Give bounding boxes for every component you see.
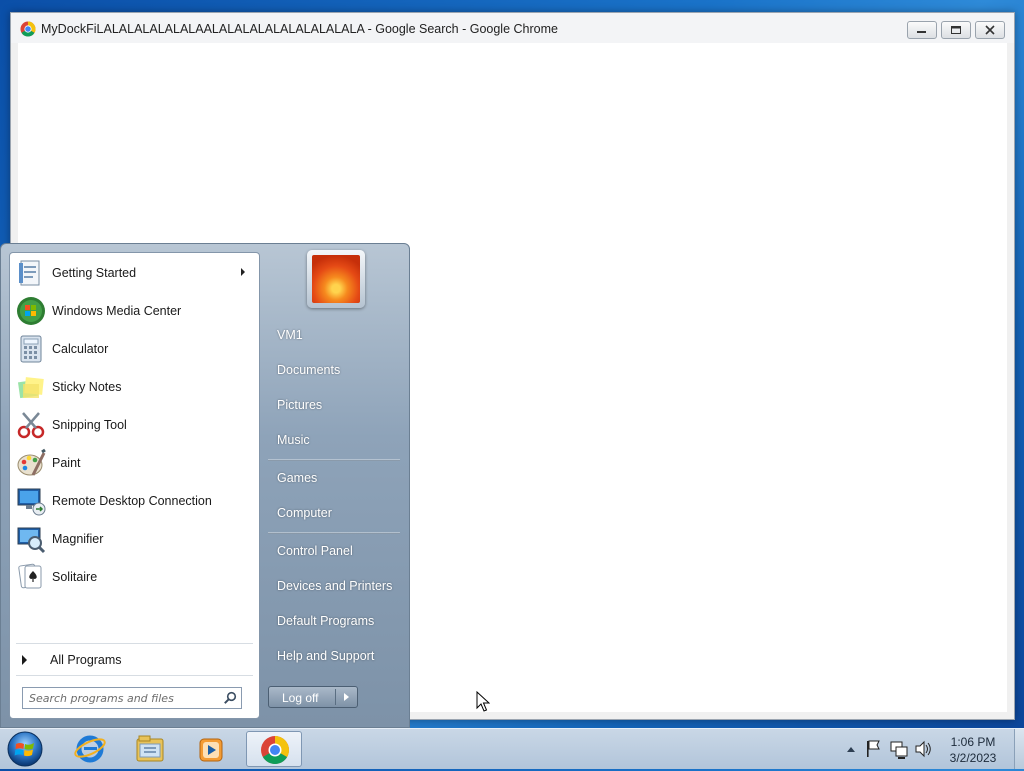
right-separator — [268, 532, 400, 534]
program-item-sticky-notes[interactable]: Sticky Notes — [12, 369, 257, 405]
right-item-label: Pictures — [277, 398, 323, 412]
taskbar: 1:06 PM 3/2/2023 — [0, 728, 1024, 769]
windows-media-center-icon — [17, 297, 45, 325]
user-avatar[interactable] — [307, 250, 365, 308]
programs-separator — [16, 643, 253, 644]
right-item-label: VM1 — [277, 328, 303, 342]
google-chrome-icon — [261, 736, 289, 764]
windows-explorer-icon — [136, 735, 164, 762]
network-icon[interactable] — [889, 729, 909, 769]
search-separator — [16, 675, 253, 676]
program-label: Calculator — [52, 342, 109, 356]
right-item-label: Documents — [277, 363, 341, 377]
right-item-label: Default Programs — [277, 614, 375, 628]
all-programs-label: All Programs — [50, 653, 122, 667]
program-item-remote-desktop[interactable]: Remote Desktop Connection — [12, 483, 257, 519]
restore-icon — [951, 26, 961, 34]
program-label: Paint — [52, 456, 81, 470]
window-title: MyDockFiLALALALALALALAALALALALALALALALAL… — [41, 22, 558, 36]
right-item-documents[interactable]: Documents — [268, 355, 404, 385]
shutdown-options-arrow-icon[interactable] — [344, 693, 349, 701]
program-label: Remote Desktop Connection — [52, 494, 212, 508]
chrome-logo-icon — [20, 21, 36, 37]
right-item-label: Control Panel — [277, 544, 353, 558]
title-bar[interactable]: MyDockFiLALALALALALALAALALALALALALALALAL… — [11, 13, 1014, 43]
right-item-vm1[interactable]: VM1 — [268, 320, 404, 350]
taskbar-windows-media-player[interactable] — [184, 731, 240, 767]
calculator-icon — [20, 335, 42, 363]
clock-time: 1:06 PM — [950, 735, 996, 749]
start-menu[interactable]: Getting Started Windows Media Center Cal… — [0, 243, 410, 728]
program-item-getting-started[interactable]: Getting Started — [12, 255, 257, 291]
taskbar-google-chrome[interactable] — [246, 731, 302, 767]
program-item-solitaire[interactable]: Solitaire — [12, 559, 257, 595]
program-item-snipping-tool[interactable]: Snipping Tool — [12, 407, 257, 443]
program-label: Getting Started — [52, 266, 137, 280]
remote-desktop-icon — [17, 488, 46, 516]
program-item-paint[interactable]: Paint — [12, 445, 257, 481]
close-button[interactable] — [975, 21, 1005, 39]
programs-pane: Getting Started Windows Media Center Cal… — [9, 252, 260, 719]
search-icon[interactable] — [223, 691, 237, 705]
start-orb[interactable] — [5, 730, 45, 768]
windows-media-player-icon — [199, 738, 223, 762]
program-label: Sticky Notes — [52, 380, 122, 394]
right-item-label: Games — [277, 471, 318, 485]
getting-started-icon — [19, 260, 40, 286]
program-item-windows-media-center[interactable]: Windows Media Center — [12, 293, 257, 329]
volume-icon[interactable] — [913, 729, 933, 769]
right-item-devices-and-printers[interactable]: Devices and Printers — [268, 571, 404, 601]
solitaire-icon — [18, 563, 42, 589]
program-item-magnifier[interactable]: Magnifier — [12, 521, 257, 557]
sticky-notes-icon — [17, 377, 44, 399]
logoff-label: Log off — [282, 691, 319, 705]
internet-explorer-icon — [74, 735, 106, 763]
taskbar-internet-explorer[interactable] — [62, 731, 118, 767]
program-item-calculator[interactable]: Calculator — [12, 331, 257, 367]
right-item-label: Music — [277, 433, 310, 447]
paint-icon — [17, 448, 46, 476]
magnifier-icon — [17, 527, 46, 554]
show-hidden-icons-icon[interactable] — [844, 729, 858, 769]
right-item-help-and-support[interactable]: Help and Support — [268, 641, 404, 671]
search-input[interactable] — [29, 690, 219, 706]
logoff-divider — [335, 689, 336, 705]
right-item-pictures[interactable]: Pictures — [268, 390, 404, 420]
right-item-label: Devices and Printers — [277, 579, 393, 593]
expand-arrow-icon — [22, 655, 27, 665]
right-item-label: Computer — [277, 506, 332, 520]
right-item-music[interactable]: Music — [268, 425, 404, 455]
clock-date: 3/2/2023 — [949, 751, 997, 765]
flower-picture-icon — [312, 255, 360, 303]
right-item-default-programs[interactable]: Default Programs — [268, 606, 404, 636]
right-separator — [268, 459, 400, 461]
snipping-tool-icon — [17, 412, 45, 439]
submenu-arrow-icon — [241, 268, 245, 276]
logoff-button[interactable]: Log off — [268, 686, 358, 708]
minimize-button[interactable] — [907, 21, 937, 39]
right-item-games[interactable]: Games — [268, 463, 404, 493]
program-label: Windows Media Center — [52, 304, 182, 318]
all-programs-button[interactable]: All Programs — [18, 649, 253, 671]
right-item-computer[interactable]: Computer — [268, 498, 404, 528]
minimize-icon — [917, 31, 926, 33]
program-label: Snipping Tool — [52, 418, 127, 432]
program-label: Solitaire — [52, 570, 98, 584]
start-search-box[interactable] — [22, 687, 242, 709]
mouse-cursor-icon — [476, 691, 490, 712]
program-label: Magnifier — [52, 532, 104, 546]
action-center-flag-icon[interactable] — [864, 729, 882, 769]
restore-button[interactable] — [941, 21, 971, 39]
taskbar-windows-explorer[interactable] — [122, 731, 178, 767]
system-clock[interactable]: 1:06 PM 3/2/2023 — [940, 734, 1006, 766]
close-icon — [985, 25, 995, 35]
show-desktop-button[interactable] — [1014, 729, 1024, 769]
right-item-label: Help and Support — [277, 649, 375, 663]
right-item-control-panel[interactable]: Control Panel — [268, 536, 404, 566]
